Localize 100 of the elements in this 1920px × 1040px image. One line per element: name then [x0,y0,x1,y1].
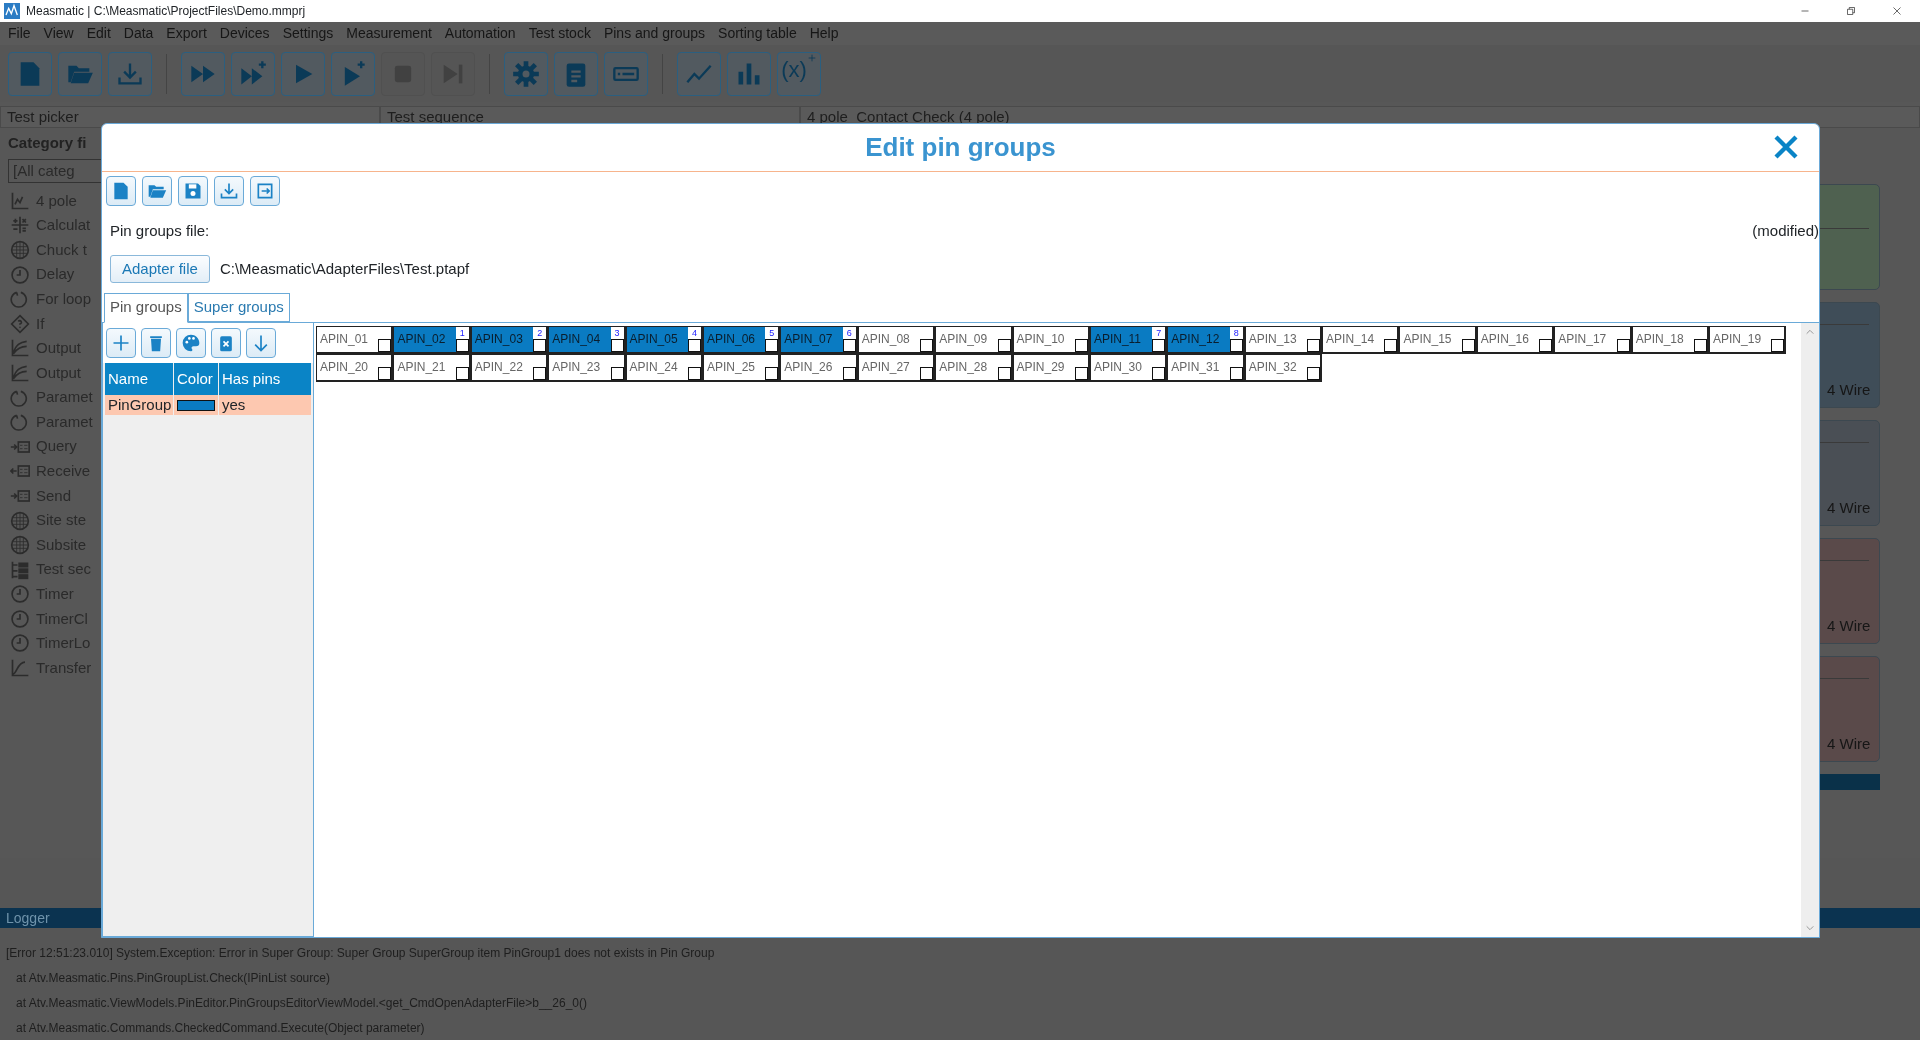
checkbox[interactable] [687,366,701,380]
toolbar-button[interactable] [106,327,136,358]
pin-number: 4 [687,326,701,340]
pin-cell[interactable]: APIN_27 [857,353,936,382]
menu-item[interactable]: Settings [278,23,343,44]
pin-cell[interactable]: APIN_26 [780,353,858,382]
column-header[interactable]: Has pins [219,362,311,395]
checkbox[interactable] [1074,338,1088,352]
column-header[interactable]: Name [105,362,173,395]
checkbox[interactable] [765,366,779,380]
pin-cell[interactable]: APIN_16 [1476,325,1555,354]
pin-cell[interactable]: APIN_06 5 [702,325,781,354]
toolbar-button[interactable] [214,176,244,206]
pin-cell[interactable]: APIN_11 7 [1089,325,1168,354]
panel-title: Logger [6,908,50,928]
pin-cell[interactable]: APIN_20 [316,353,394,382]
pin-cell[interactable]: APIN_09 [935,325,1013,354]
checkbox[interactable] [1384,338,1398,352]
checkbox[interactable] [1539,338,1553,352]
checkbox[interactable] [378,338,392,352]
scrollbar[interactable] [1801,322,1819,937]
checkbox[interactable] [997,338,1011,352]
pin-label: APIN_21 [397,359,446,376]
pin-cell[interactable]: APIN_29 [1012,353,1090,382]
checkbox[interactable] [1461,338,1475,352]
checkbox[interactable] [1152,366,1166,380]
menu-item[interactable]: Help [805,23,848,44]
checkbox[interactable] [1771,338,1785,352]
calculator-icon [10,215,30,236]
toolbar-button[interactable] [176,327,206,358]
pin-cell[interactable]: APIN_32 [1244,353,1323,382]
pin-cell[interactable]: APIN_04 3 [548,325,626,354]
pin-cell[interactable]: APIN_24 [625,353,703,382]
toolbar-button[interactable] [211,327,241,358]
checkbox[interactable] [1074,366,1088,380]
pin-cell[interactable]: APIN_14 [1322,325,1400,354]
checkbox[interactable] [997,366,1011,380]
pin-label: APIN_16 [1480,331,1529,348]
checkbox[interactable] [455,366,469,380]
menu-item[interactable]: View [39,23,83,44]
toolbar-button[interactable] [250,176,280,206]
pin-cell[interactable]: APIN_02 1 [393,325,471,354]
checkbox[interactable] [920,338,934,352]
toolbar-button[interactable] [141,327,171,358]
pin-cell[interactable]: APIN_15 [1399,325,1477,354]
checkbox[interactable] [920,366,934,380]
pin-cell[interactable]: APIN_18 [1631,325,1710,354]
toolbar-button[interactable] [106,176,136,206]
checkbox[interactable] [1694,338,1708,352]
checkbox[interactable] [1307,366,1321,380]
toolbar-button[interactable] [142,176,172,206]
menu-item[interactable]: Pins and groups [599,23,715,44]
toolbar-button[interactable] [246,327,276,358]
pin-cell[interactable]: APIN_13 [1244,325,1323,354]
new-file-icon [111,181,131,201]
pin-cell[interactable]: APIN_07 6 [780,325,858,354]
menu-item[interactable]: Automation [440,23,525,44]
color-swatch[interactable] [177,399,215,411]
checkbox[interactable] [610,366,624,380]
menu-item[interactable]: Measurement [342,23,441,44]
checkbox[interactable] [1616,338,1630,352]
adapter-file-button[interactable]: Adapter file [110,254,210,283]
menu-item[interactable]: Sorting table [714,23,806,44]
pin-cell[interactable]: APIN_05 4 [625,325,703,354]
pin-cell[interactable]: APIN_25 [702,353,781,382]
pin-cell[interactable]: APIN_08 [857,325,936,354]
pin-label: APIN_28 [939,359,988,376]
menu-item[interactable]: Test stock [524,23,600,44]
menu-item[interactable]: File [4,23,40,44]
pin-cell[interactable]: APIN_01 [316,325,394,354]
pin-cell[interactable]: APIN_17 [1554,325,1632,354]
column-header[interactable]: Color [174,362,218,395]
pin-cell[interactable]: APIN_12 8 [1167,325,1245,354]
tab[interactable]: Pin groups [104,293,188,323]
pin-label: APIN_20 [320,359,369,376]
pin-cell[interactable]: APIN_03 2 [470,325,549,354]
grid-circle-icon [10,510,30,531]
menu-item[interactable]: Data [119,23,163,44]
restore-icon[interactable] [1844,4,1858,18]
menu-item[interactable]: Export [162,23,216,44]
loop-icon [10,289,30,310]
pin-cell[interactable]: APIN_28 [935,353,1013,382]
pin-cell[interactable]: APIN_31 [1167,353,1245,382]
checkbox[interactable] [1307,338,1321,352]
pin-cell[interactable]: APIN_10 [1012,325,1090,354]
tab[interactable]: Super groups [187,293,290,322]
pin-cell[interactable]: APIN_22 [470,353,549,382]
checkbox[interactable] [378,366,392,380]
checkbox[interactable] [533,366,547,380]
checkbox[interactable] [842,366,856,380]
pin-label: APIN_11 [1093,331,1142,348]
menu-item[interactable]: Devices [215,23,279,44]
toolbar-button[interactable] [178,176,208,206]
menu-item[interactable]: Edit [82,23,120,44]
checkbox[interactable] [1229,366,1243,380]
pin-cell[interactable]: APIN_21 [393,353,471,382]
pin-cell[interactable]: APIN_30 [1089,353,1168,382]
clock-icon [10,584,30,605]
pin-cell[interactable]: APIN_19 [1709,325,1787,354]
pin-cell[interactable]: APIN_23 [548,353,626,382]
